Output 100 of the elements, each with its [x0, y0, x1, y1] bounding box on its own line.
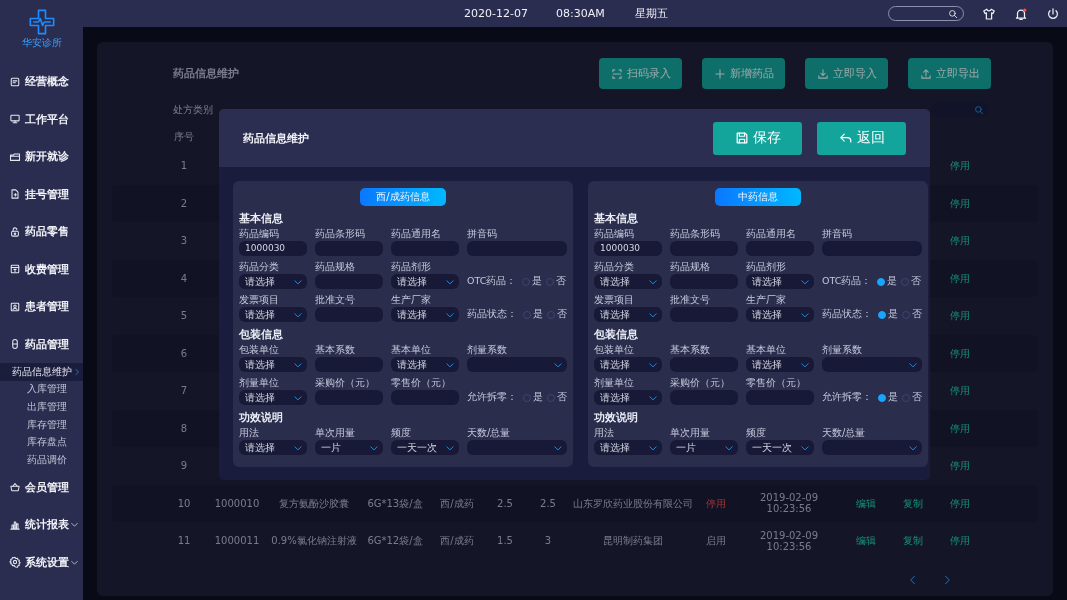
action-link[interactable]: 停用: [938, 422, 982, 434]
edit-link[interactable]: 编辑: [844, 535, 888, 547]
sidebar-item[interactable]: 统计报表: [0, 506, 83, 544]
select-field[interactable]: 请选择: [391, 274, 459, 289]
action-link[interactable]: 停用: [938, 497, 982, 509]
select-field[interactable]: 一天一次: [746, 440, 814, 455]
id-card-icon: [9, 300, 21, 313]
radio-button[interactable]: 否: [901, 275, 922, 288]
select-field[interactable]: 请选择: [239, 357, 307, 372]
copy-link[interactable]: 复制: [891, 535, 935, 547]
select-field[interactable]: 请选择: [746, 307, 814, 322]
radio-button[interactable]: 是: [523, 391, 543, 404]
table-cell-text: 7: [179, 385, 189, 397]
panel-title: 西/成药信息: [360, 188, 446, 206]
basket-icon: [9, 481, 21, 494]
select-field[interactable]: 请选择: [391, 357, 459, 372]
select-field[interactable]: [467, 440, 567, 455]
gear-icon: [9, 556, 21, 569]
radio-button[interactable]: 否: [547, 391, 567, 404]
sidebar-subitem[interactable]: 入库管理: [0, 380, 83, 399]
sidebar-item[interactable]: 新开就诊: [0, 138, 83, 176]
table-cell-text: 1000011: [213, 535, 261, 547]
chevron-down-icon: [70, 520, 79, 530]
select-field[interactable]: 请选择: [594, 390, 662, 405]
action-link[interactable]: 停用: [938, 535, 982, 547]
select-field[interactable]: 请选择: [239, 307, 307, 322]
select-field[interactable]: [467, 357, 567, 372]
select-field[interactable]: 请选择: [594, 440, 662, 455]
action-link[interactable]: 停用: [938, 385, 982, 397]
radio-button[interactable]: 是: [523, 308, 543, 321]
field-label: 频度: [746, 427, 767, 438]
action-link[interactable]: 停用: [938, 197, 982, 209]
action-link[interactable]: 停用: [938, 160, 982, 172]
select-field[interactable]: 请选择: [239, 440, 307, 455]
input-field[interactable]: 1000030: [594, 241, 662, 256]
power-icon: [1046, 6, 1060, 21]
search-icon: [974, 105, 984, 115]
table-cell-text: 1: [179, 160, 189, 172]
select-field[interactable]: 请选择: [391, 307, 459, 322]
sidebar-subitem[interactable]: 出库管理: [0, 398, 83, 416]
upload-icon: [919, 67, 932, 80]
action-link[interactable]: 停用: [938, 272, 982, 284]
field-label: 药品分类: [594, 261, 635, 272]
field-label: 剂量单位: [594, 377, 635, 388]
table-cell-text: 1.5: [496, 535, 514, 547]
select-field[interactable]: 请选择: [239, 274, 307, 289]
field-label: 剂量系数: [467, 344, 508, 355]
sidebar-item[interactable]: 药品零售: [0, 213, 83, 251]
sidebar-subitem[interactable]: 库存盘点: [0, 433, 83, 451]
field-label: 药品规格: [315, 261, 356, 272]
radio-button[interactable]: 是: [878, 308, 898, 321]
sidebar-item[interactable]: 收费管理: [0, 250, 83, 288]
radio-button[interactable]: 否: [546, 275, 567, 288]
sidebar-item[interactable]: 工作平台: [0, 100, 83, 138]
plus-icon: [713, 67, 726, 80]
select-field[interactable]: 请选择: [594, 357, 662, 372]
select-field[interactable]: [822, 440, 922, 455]
sidebar-item[interactable]: 系统设置: [0, 543, 83, 582]
action-link[interactable]: 停用: [938, 235, 982, 247]
sidebar-subitem[interactable]: 药品调价: [0, 450, 83, 469]
sidebar-subitem[interactable]: 药品信息维护: [0, 363, 83, 381]
field-label: 基本系数: [670, 344, 711, 355]
select-field[interactable]: 请选择: [594, 307, 662, 322]
select-field[interactable]: 请选择: [594, 274, 662, 289]
radio-button[interactable]: 是: [877, 275, 898, 288]
table-cell-text: 2: [179, 197, 189, 209]
return-arrow-icon: [838, 131, 853, 145]
sidebar-item[interactable]: 经营概念: [0, 63, 83, 101]
action-link[interactable]: 停用: [938, 460, 982, 472]
select-field[interactable]: [822, 357, 922, 372]
panel-title: 中药信息: [715, 188, 801, 206]
select-field[interactable]: 请选择: [239, 390, 307, 405]
section-title: 包装信息: [239, 328, 284, 341]
input-field[interactable]: 1000030: [239, 241, 307, 256]
radio-button[interactable]: 否: [902, 391, 922, 404]
action-link[interactable]: 停用: [938, 347, 982, 359]
sidebar-item[interactable]: 挂号管理: [0, 175, 83, 213]
sidebar-item[interactable]: 药品管理: [0, 325, 83, 363]
modal-title: 药品信息维护: [243, 130, 309, 146]
sidebar-item[interactable]: 患者管理: [0, 288, 83, 326]
radio-button[interactable]: 是: [878, 391, 898, 404]
sidebar-subitem[interactable]: 库存管理: [0, 415, 83, 434]
radio-button[interactable]: 是: [522, 275, 543, 288]
page-title: 药品信息维护: [173, 66, 239, 81]
table-cell-text: 西/成药: [439, 535, 475, 547]
table-cell-text: 6G*12袋/盒: [366, 535, 424, 547]
download-icon: [816, 67, 829, 80]
select-field[interactable]: 一片: [670, 440, 738, 455]
radio-button[interactable]: 否: [902, 308, 922, 321]
action-link[interactable]: 停用: [938, 310, 982, 322]
copy-link[interactable]: 复制: [891, 497, 935, 509]
select-field[interactable]: 一天一次: [391, 440, 459, 455]
sidebar-item[interactable]: 会员管理: [0, 468, 83, 507]
select-field[interactable]: 请选择: [746, 274, 814, 289]
save-icon: [734, 131, 749, 145]
select-field[interactable]: 请选择: [746, 357, 814, 372]
edit-link[interactable]: 编辑: [844, 497, 888, 509]
radio-button[interactable]: 否: [547, 308, 567, 321]
select-field[interactable]: 一片: [315, 440, 383, 455]
section-title: 包装信息: [594, 328, 639, 341]
